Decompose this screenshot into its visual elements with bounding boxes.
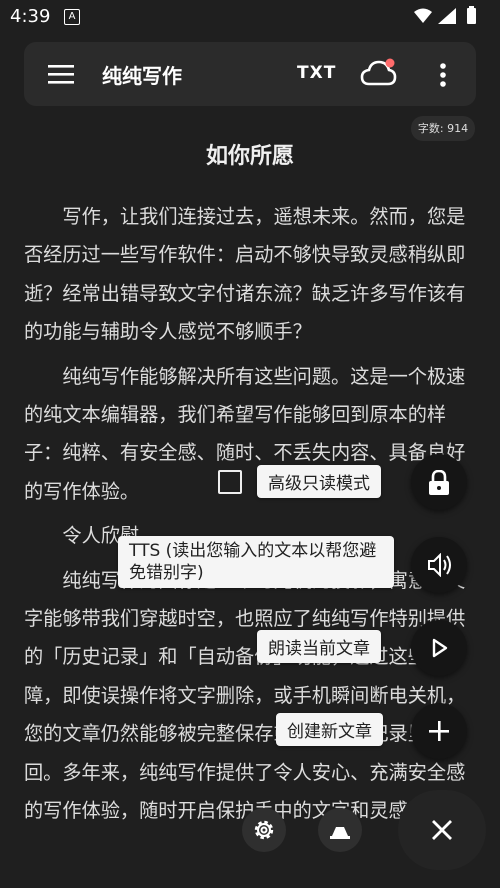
read-only-mode-label[interactable]: 高级只读模式 bbox=[257, 465, 381, 498]
app-title: 纯纯写作 bbox=[102, 64, 182, 88]
paragraph: 纯纯写作的图标是一个时光机的投影，寓意着文字能够带我们穿越时空，也照应了纯纯写作… bbox=[24, 568, 466, 823]
new-article-label[interactable]: 创建新文章 bbox=[276, 713, 383, 746]
more-options-icon[interactable] bbox=[439, 62, 447, 88]
settings-button[interactable] bbox=[242, 808, 286, 852]
app-bar: 纯纯写作 TXT bbox=[24, 42, 476, 106]
paragraph: 纯纯写作能够解决所有这些问题。这是一个极速的纯文本编辑器，我们希望写作能够回到原… bbox=[24, 364, 466, 503]
menu-icon[interactable] bbox=[48, 63, 74, 85]
new-article-button[interactable] bbox=[411, 703, 467, 759]
time-machine-icon bbox=[330, 827, 350, 839]
document-title[interactable]: 如你所愿 bbox=[0, 138, 500, 170]
read-aloud-label[interactable]: 朗读当前文章 bbox=[257, 630, 381, 663]
lock-icon bbox=[429, 470, 449, 495]
close-menu-button[interactable] bbox=[398, 790, 486, 870]
gear-icon bbox=[254, 820, 274, 840]
status-bar: 4:39 A bbox=[0, 0, 500, 34]
notification-a-icon: A bbox=[64, 9, 80, 25]
sync-badge bbox=[385, 58, 395, 68]
tts-button[interactable] bbox=[411, 537, 467, 593]
cloud-sync-icon[interactable] bbox=[360, 58, 398, 88]
close-icon bbox=[432, 820, 452, 840]
document-editor[interactable]: 写作，让我们连接过去，遥想未来。然而，您是否经历过一些写作软件：启动不够快导致灵… bbox=[24, 198, 472, 837]
paragraph: 写作，让我们连接过去，遥想未来。然而，您是否经历过一些写作软件：启动不够快导致灵… bbox=[24, 205, 466, 344]
txt-export-button[interactable]: TXT bbox=[297, 63, 336, 83]
history-machine-button[interactable] bbox=[318, 808, 362, 852]
status-icons bbox=[412, 6, 490, 30]
tts-label[interactable]: TTS (读出您输入的文本以帮您避免错别字) bbox=[118, 536, 394, 588]
read-aloud-button[interactable] bbox=[411, 620, 467, 676]
plus-icon bbox=[429, 721, 449, 741]
read-only-lock-button[interactable] bbox=[411, 454, 467, 510]
speaker-icon bbox=[428, 553, 451, 577]
play-icon bbox=[432, 638, 448, 658]
status-time: 4:39 bbox=[10, 6, 51, 27]
wifi-signal-battery-icon bbox=[414, 6, 476, 24]
read-only-checkbox[interactable] bbox=[218, 470, 242, 494]
